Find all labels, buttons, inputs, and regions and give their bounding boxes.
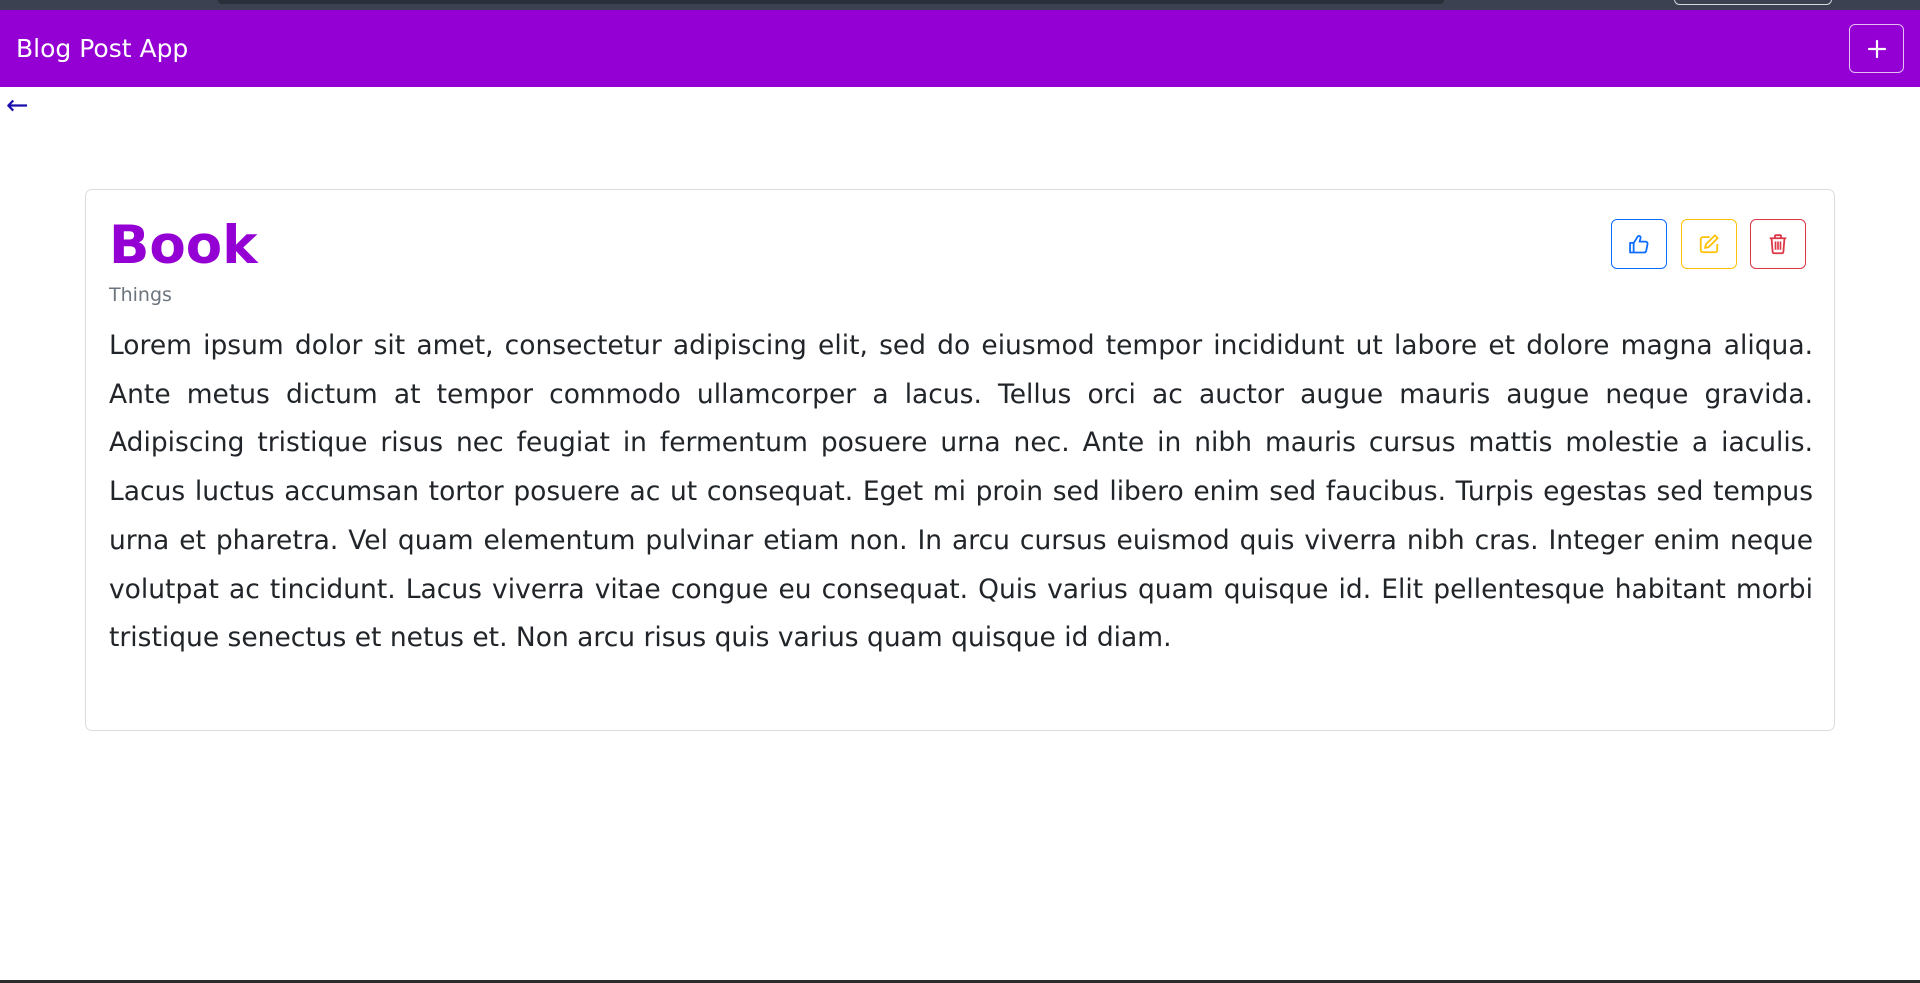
- post-category: Things: [109, 284, 172, 306]
- browser-address-bar[interactable]: [218, 0, 1444, 4]
- edit-button[interactable]: [1681, 219, 1737, 269]
- post-card: Book Things Lorem ipsum dolor sit amet, …: [85, 189, 1835, 731]
- trash-icon: [1769, 234, 1787, 255]
- brand-title[interactable]: Blog Post App: [16, 10, 188, 87]
- plus-icon: [1867, 39, 1886, 58]
- back-link[interactable]: ←: [6, 92, 29, 119]
- like-button[interactable]: [1611, 219, 1667, 269]
- add-post-button[interactable]: [1849, 24, 1904, 73]
- browser-profile-button[interactable]: [1674, 0, 1832, 5]
- delete-button[interactable]: [1750, 219, 1806, 269]
- thumbs-up-icon: [1629, 234, 1649, 254]
- post-body: Lorem ipsum dolor sit amet, consectetur …: [109, 330, 1813, 654]
- navbar: Blog Post App: [0, 10, 1920, 87]
- edit-icon: [1699, 234, 1719, 254]
- browser-chrome-strip: [0, 0, 1920, 10]
- post-title: Book: [109, 215, 258, 276]
